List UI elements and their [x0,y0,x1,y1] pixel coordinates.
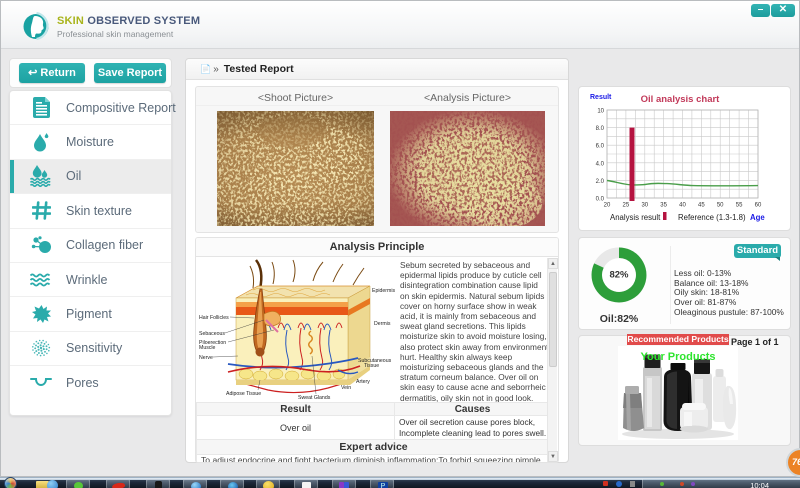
svg-text:30: 30 [641,203,648,209]
svg-text:2.0: 2.0 [596,179,605,185]
svg-text:20: 20 [604,203,611,209]
svg-text:4.0: 4.0 [596,161,605,167]
svg-text:Dermis: Dermis [374,321,391,327]
svg-text:8.0: 8.0 [596,126,605,132]
svg-text:25: 25 [623,203,630,209]
svg-text:Vein: Vein [341,385,351,391]
svg-text:10: 10 [597,109,604,115]
svg-text:55: 55 [736,203,743,209]
svg-text:Age: Age [750,213,765,222]
svg-text:Analysis result: Analysis result [610,213,661,222]
svg-text:Hair Follicles: Hair Follicles [199,315,229,321]
svg-text:Artery: Artery [356,379,370,385]
svg-text:40: 40 [679,203,686,209]
svg-text:Reference (1.3-1.8): Reference (1.3-1.8) [678,213,746,222]
svg-text:Sebaceous: Sebaceous [199,331,225,337]
svg-text:60: 60 [755,203,762,209]
svg-text:Epidermis: Epidermis [372,288,395,294]
svg-text:Adipose Tissue: Adipose Tissue [226,391,261,397]
svg-text:Oil analysis chart: Oil analysis chart [641,94,721,105]
svg-text:Muscle: Muscle [199,345,216,351]
svg-text:50: 50 [717,203,724,209]
svg-text:Sweat Glands: Sweat Glands [298,395,331,400]
svg-text:6.0: 6.0 [596,144,605,150]
svg-text:Tissue: Tissue [364,363,379,369]
svg-text:45: 45 [698,203,705,209]
svg-text:Result: Result [590,94,612,101]
svg-text:35: 35 [660,203,667,209]
svg-text:Nerve: Nerve [199,355,213,361]
